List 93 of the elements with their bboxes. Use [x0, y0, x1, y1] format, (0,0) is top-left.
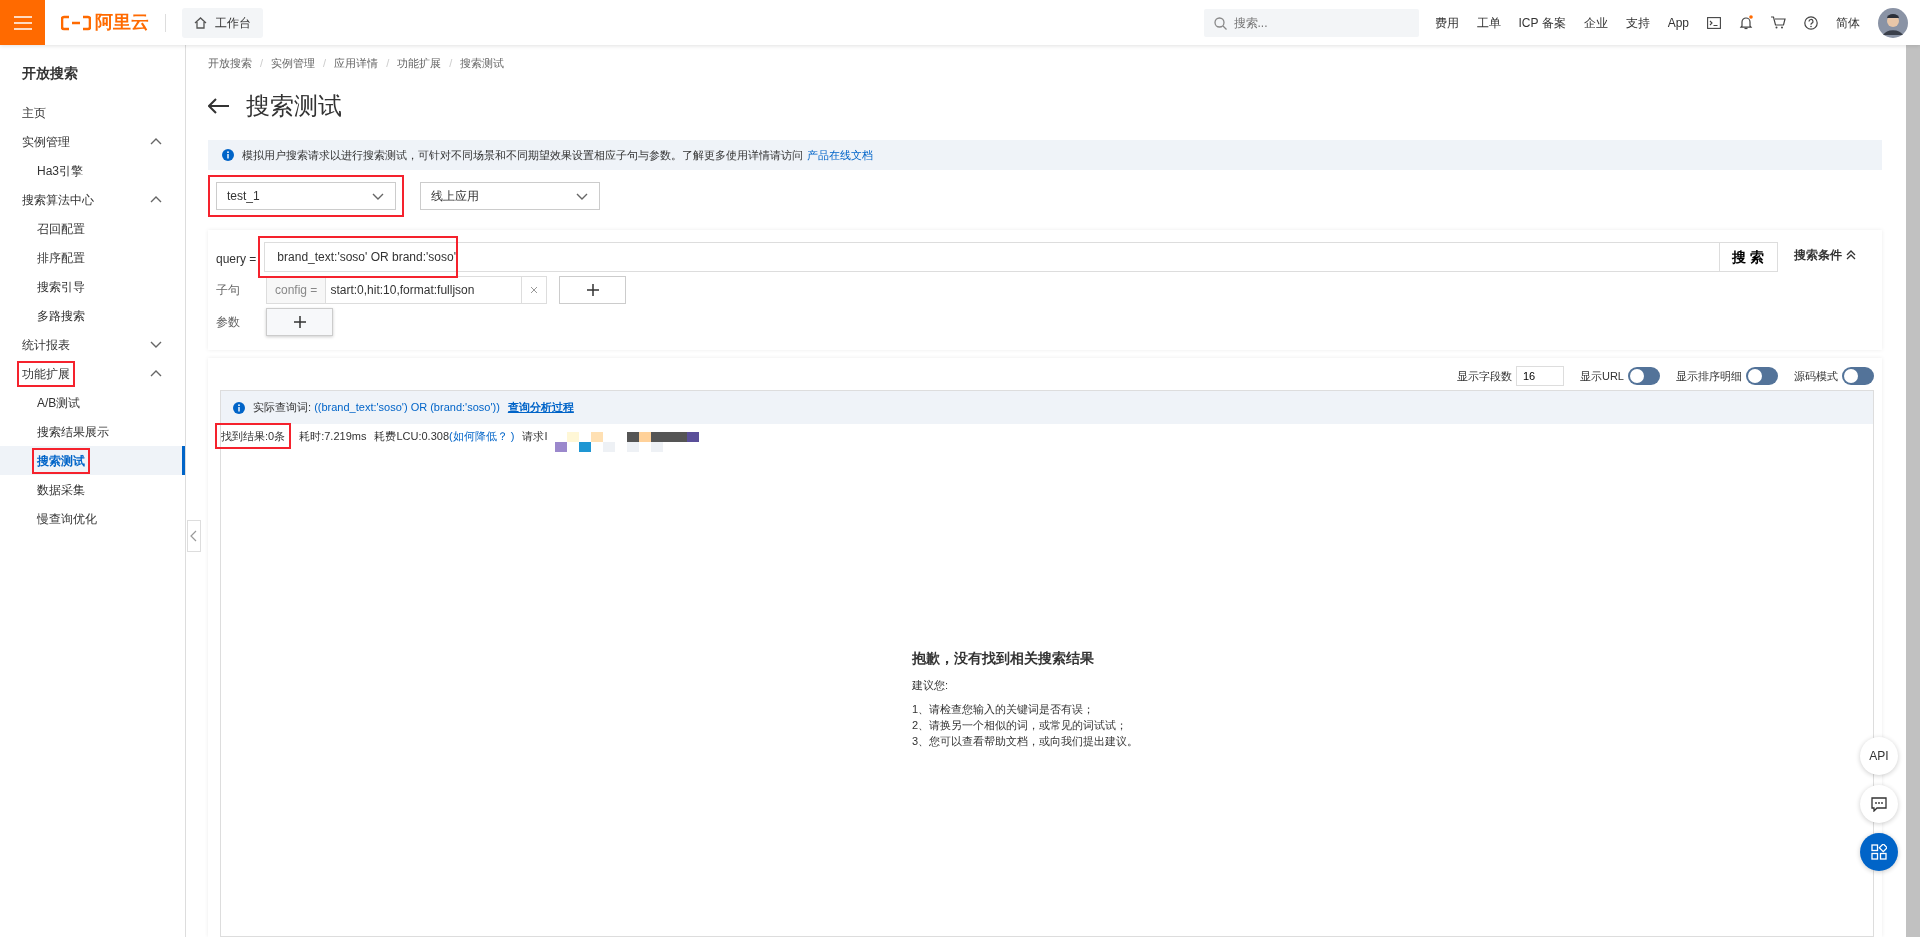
sidebar-item[interactable]: 实例管理 — [0, 127, 185, 156]
api-button[interactable]: API — [1860, 737, 1898, 775]
highlight-frame: 搜索测试 — [32, 447, 90, 474]
toggle-switch[interactable] — [1628, 367, 1660, 385]
sidebar-item[interactable]: A/B测试 — [0, 388, 185, 417]
breadcrumb-link[interactable]: 功能扩展 — [397, 55, 442, 72]
page-title: 搜索测试 — [246, 90, 342, 121]
search-field[interactable]: 搜索... — [1203, 8, 1419, 37]
sidebar-item[interactable]: 主页 — [0, 98, 185, 127]
bell-icon[interactable] — [1739, 15, 1753, 30]
sidebar-title: 开放搜索 — [21, 64, 79, 83]
docs-link[interactable]: 产品在线文档 — [807, 148, 873, 161]
sidebar-item[interactable]: 数据采集 — [0, 475, 185, 504]
help-icon[interactable] — [1804, 15, 1818, 30]
sidebar-item[interactable]: 功能扩展 — [0, 359, 185, 388]
collapse-button[interactable] — [187, 520, 201, 552]
nav-link[interactable]: ICP 备案 — [1518, 13, 1566, 32]
suggestion-text: 3、您可以查看帮助文档，或向我们提出建议。 — [912, 733, 1140, 749]
select-dropdown[interactable]: test_1 — [216, 182, 396, 210]
info-text: 模拟用户搜索请求以进行搜索测试，可针对不同场景和不同期望效果设置相应子句与参数。了解更多使用详情请访问 产品在线文档 — [242, 147, 873, 163]
cart-icon[interactable] — [1771, 16, 1786, 29]
breadcrumb-separator: / — [323, 56, 327, 71]
apps-button[interactable] — [1860, 833, 1898, 871]
chat-button[interactable] — [1860, 785, 1898, 823]
workbench-button[interactable]: 工作台 — [182, 7, 263, 38]
sidebar-item[interactable]: 搜索算法中心 — [0, 185, 185, 214]
highlight-frame: 功能扩展 — [17, 360, 75, 387]
chat-icon — [1871, 796, 1887, 812]
sidebar-item[interactable]: 统计报表 — [0, 330, 185, 359]
logo-text: 阿里云 — [95, 11, 149, 34]
analysis-link[interactable]: 查询分析过程 — [507, 399, 574, 416]
cost-text: 耗费LCU:0.308(如何降低？ ) — [374, 428, 515, 444]
field-count-input[interactable]: 16 — [1516, 366, 1564, 386]
logo-icon — [61, 14, 91, 31]
clause-key: config = — [266, 276, 327, 304]
toggle-label: 显示排序明细 — [1676, 368, 1742, 384]
select-dropdown[interactable]: 线上应用 — [420, 182, 600, 210]
avatar-icon[interactable] — [1878, 7, 1908, 38]
sidebar-item[interactable]: 排序配置 — [0, 243, 185, 272]
nav-link[interactable]: App — [1667, 13, 1689, 32]
add-param-button[interactable] — [266, 308, 333, 336]
actual-query-text: 实际查询词: ((brand_text:'soso') OR (brand:'soso')) — [253, 400, 500, 416]
breadcrumb-link[interactable]: 实例管理 — [271, 55, 316, 72]
close-icon — [530, 286, 539, 294]
menu-icon — [13, 15, 32, 30]
info-icon — [222, 148, 234, 161]
clause-label: 子句 — [216, 282, 241, 299]
grid-icon — [1871, 844, 1887, 860]
sidebar-item[interactable]: 慢查询优化 — [0, 504, 185, 533]
result-count: 找到结果:0条 — [221, 429, 286, 442]
sidebar-item[interactable]: Ha3引擎 — [0, 156, 185, 185]
field-count-label: 显示字段数 — [1457, 368, 1512, 384]
breadcrumb-separator: / — [260, 56, 264, 71]
info-icon — [233, 401, 245, 414]
sidebar-item[interactable]: 搜索结果展示 — [0, 417, 185, 446]
sidebar-item[interactable]: 搜索引导 — [0, 272, 185, 301]
toggle-switch[interactable] — [1842, 367, 1874, 385]
toggle-label: 源码模式 — [1794, 368, 1838, 384]
search-button[interactable]: 搜 索 — [1719, 242, 1778, 272]
query-label: query = — [216, 251, 257, 268]
clause-field[interactable]: start:0,hit:10,format:fulljson — [326, 276, 523, 304]
breadcrumb-link[interactable]: 应用详情 — [334, 55, 379, 72]
request-id-label: 请求I — [522, 428, 548, 444]
nav-link[interactable]: 费用 — [1434, 13, 1459, 32]
empty-subtitle: 建议您: — [912, 678, 950, 693]
breadcrumb-link[interactable]: 开放搜索 — [208, 55, 252, 72]
sidebar-item[interactable]: 多路搜索 — [0, 301, 185, 330]
elapsed-time: 耗时:7.219ms — [299, 428, 367, 444]
chevron-left-icon — [190, 530, 198, 542]
plus-icon — [292, 315, 307, 329]
back-arrow-icon[interactable] — [208, 97, 230, 114]
breadcrumb-separator: / — [449, 56, 453, 71]
query-field[interactable]: brand_text:'soso' OR brand:'soso' — [264, 242, 1720, 272]
nav-link[interactable]: 企业 — [1583, 13, 1608, 32]
plus-icon — [585, 283, 600, 297]
toggle-switch[interactable] — [1746, 367, 1778, 385]
param-label: 参数 — [216, 314, 241, 331]
terminal-icon[interactable] — [1707, 16, 1721, 29]
sidebar-item[interactable]: 召回配置 — [0, 214, 185, 243]
search-conditions-toggle[interactable]: 搜索条件 — [1794, 246, 1874, 264]
nav-link[interactable]: 工单 — [1476, 13, 1501, 32]
add-clause-button[interactable] — [559, 276, 627, 304]
empty-title: 抱歉，没有找到相关搜索结果 — [912, 649, 1095, 668]
scrollbar[interactable] — [1906, 45, 1920, 937]
nav-link[interactable]: 支持 — [1625, 13, 1650, 32]
home-icon — [194, 16, 207, 29]
suggestion-text: 2、请换另一个相似的词，或常见的词试试； — [912, 717, 1129, 733]
reduce-cost-link[interactable]: (如何降低？ ) — [449, 429, 515, 442]
language-link[interactable]: 简体 — [1836, 13, 1860, 32]
toggle-label: 显示URL — [1580, 368, 1624, 384]
suggestion-text: 1、请检查您输入的关键词是否有误； — [912, 701, 1096, 717]
sidebar-item[interactable]: 搜索测试 — [0, 446, 185, 475]
breadcrumb-separator: / — [386, 56, 390, 71]
